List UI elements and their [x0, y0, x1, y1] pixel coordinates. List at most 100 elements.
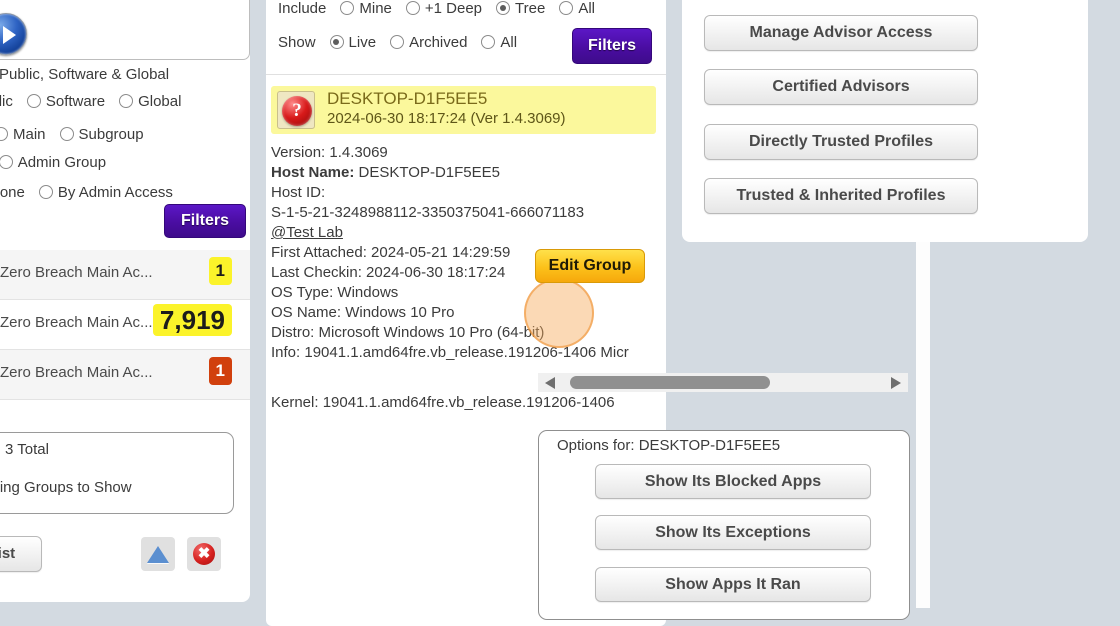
certified-advisors-button[interactable]: Certified Advisors — [704, 69, 978, 105]
filter-option-archived[interactable]: Archived — [409, 34, 467, 51]
filter-option-include-all[interactable]: All — [578, 0, 595, 17]
detail-value: Windows — [333, 284, 399, 301]
radio-plus-1-deep[interactable] — [405, 1, 420, 15]
blue-right-arrow-icon[interactable] — [0, 13, 27, 55]
detail-label: Last Checkin: — [271, 264, 362, 281]
detail-label: First Attached: — [271, 244, 367, 261]
detail-value: 19041.1.amd64fre.vb_release.191206-1406 … — [300, 344, 629, 361]
group-total-box: 3 Total Alerting Groups to Show — [0, 432, 234, 514]
horizontal-scroll-thumb[interactable] — [570, 376, 770, 389]
host-options-box: Options for: DESKTOP-D1F5EE5 Show Its Bl… — [538, 430, 910, 620]
center-panel: Rogue HostsDisabledUninstalled IncludeMi… — [266, 0, 930, 626]
question-mark-glyph: ? — [282, 96, 312, 126]
filter-option-none[interactable]: None — [0, 184, 25, 201]
detail-label: Kernel: — [271, 394, 319, 411]
group-list-item-label: Zero Breach Main Ac... — [0, 364, 153, 381]
filter-option-main[interactable]: Main — [13, 126, 46, 143]
filter-row-scope: Main Subgroup — [0, 126, 158, 143]
left-filters-button[interactable]: Filters — [164, 204, 246, 238]
center-divider — [266, 74, 666, 75]
detail-row-kernel: Kernel: 19041.1.amd64fre.vb_release.1912… — [271, 394, 671, 414]
radio-tree[interactable] — [496, 1, 511, 15]
detail-value: 19041.1.amd64fre.vb_release.191206-1406 — [318, 394, 615, 411]
group-list-item[interactable]: Zero Breach Main Ac... 7,919 — [0, 300, 250, 350]
radio-global[interactable] — [119, 94, 134, 108]
radio-admin-group[interactable] — [0, 155, 13, 169]
filter-option-live[interactable]: Live — [349, 34, 377, 51]
filter-option-plus-1-deep[interactable]: +1 Deep — [425, 0, 482, 17]
detail-row-group-link: @Test Lab — [271, 224, 663, 244]
filter-option-show-all[interactable]: All — [500, 34, 517, 51]
detail-row-host-name: Host Name: DESKTOP-D1F5EE5 — [271, 164, 663, 184]
refresh-list-button[interactable]: sh List — [0, 536, 42, 572]
detail-row-os-type: OS Type: Windows — [271, 284, 663, 304]
detail-row-version: Version: 1.4.3069 — [271, 144, 663, 164]
detail-value: 1.4.3069 — [329, 144, 388, 161]
center-filters-button[interactable]: Filters — [572, 28, 652, 64]
edit-group-button[interactable]: Edit Group — [535, 249, 645, 283]
filter-option-subgroup[interactable]: Subgroup — [79, 126, 144, 143]
scroll-right-arrow-icon[interactable] — [891, 377, 901, 389]
group-list-item[interactable]: Zero Breach Main Ac... 1 — [0, 350, 250, 400]
host-header[interactable]: ? DESKTOP-D1F5EE5 2024-06-30 18:17:24 (V… — [271, 86, 656, 134]
scroll-left-arrow-icon[interactable] — [545, 377, 555, 389]
filter-row-access: None By Admin Access — [0, 184, 187, 201]
radio-archived[interactable] — [390, 35, 405, 49]
trusted-inherited-profiles-button[interactable]: Trusted & Inherited Profiles — [704, 178, 978, 214]
detail-value: DESKTOP-D1F5EE5 — [358, 164, 500, 181]
detail-row-os-name: OS Name: Windows 10 Pro — [271, 304, 663, 324]
radio-include-all[interactable] — [559, 1, 574, 15]
radio-subgroup[interactable] — [59, 127, 74, 141]
detail-label: OS Type: — [271, 284, 334, 301]
host-header-name: DESKTOP-D1F5EE5 — [327, 89, 488, 108]
filter-option-global[interactable]: Global — [138, 93, 181, 110]
show-apps-it-ran-button[interactable]: Show Apps It Ran — [595, 567, 871, 602]
detail-horizontal-scrollbar[interactable] — [538, 373, 908, 392]
group-list-item[interactable]: Zero Breach Main Ac... 1 — [0, 250, 250, 300]
detail-row-info: Info: 19041.1.amd64fre.vb_release.191206… — [271, 344, 663, 364]
filter-option-admin-group[interactable]: Admin Group — [18, 154, 106, 171]
show-label: Show — [278, 34, 316, 51]
group-list-item-badge: 7,919 — [152, 304, 232, 336]
detail-row-distro: Distro: Microsoft Windows 10 Pro (64-bit… — [271, 324, 663, 344]
radio-by-admin-access[interactable] — [38, 185, 53, 199]
host-options-title: Options for: DESKTOP-D1F5EE5 — [557, 437, 781, 454]
filter-option-mine[interactable]: Mine — [359, 0, 392, 17]
filter-row-include: Include Mine +1 Deep Tree All — [278, 0, 609, 17]
filter-row-show: Show Live Archived All — [278, 34, 531, 51]
manage-advisor-access-button[interactable]: Manage Advisor Access — [704, 15, 978, 51]
red-x-circle-icon[interactable]: ✖ — [187, 537, 221, 571]
detail-value: 2024-05-21 14:29:59 — [371, 244, 511, 261]
directly-trusted-profiles-button[interactable]: Directly Trusted Profiles — [704, 124, 978, 160]
left-filters-area: Public, Software & Global Public Software… — [0, 66, 250, 238]
detail-label: Info: — [271, 344, 301, 361]
detail-label: OS Name: — [271, 304, 342, 321]
radio-mine[interactable] — [340, 1, 355, 15]
center-filter-rows: Rogue HostsDisabledUninstalled IncludeMi… — [272, 0, 662, 74]
filter-option-software[interactable]: Software — [46, 93, 105, 110]
detail-label: Host ID: — [271, 184, 326, 201]
radio-show-all[interactable] — [481, 35, 496, 49]
radio-live[interactable] — [329, 35, 344, 49]
filter-option-tree[interactable]: Tree — [515, 0, 545, 17]
show-exceptions-button[interactable]: Show Its Exceptions — [595, 515, 871, 550]
group-list-item-label: Zero Breach Main Ac... — [0, 264, 153, 281]
red-question-mark-icon: ? — [277, 91, 315, 129]
radio-main[interactable] — [0, 127, 8, 141]
filter-option-by-admin-access[interactable]: By Admin Access — [58, 184, 173, 201]
detail-value: Microsoft Windows 10 Pro (64-bit) — [314, 324, 545, 341]
blue-triangle-up-icon[interactable] — [141, 537, 175, 571]
filters-heading: Public, Software & Global — [0, 66, 170, 83]
filter-option-public-partial[interactable]: Public — [0, 93, 13, 110]
detail-value: 2024-06-30 18:17:24 — [361, 264, 506, 281]
group-list-item-label: Zero Breach Main Ac... — [0, 314, 153, 331]
filter-row-admin: upAdmin Group — [0, 154, 120, 171]
group-list-item-badge: 1 — [208, 257, 232, 285]
include-label: Include — [278, 0, 327, 17]
radio-software[interactable] — [26, 94, 41, 108]
app-root: roups I Manage Public, Software & Global… — [0, 0, 1120, 626]
detail-label: Distro: — [271, 324, 315, 341]
group-link[interactable]: @Test Lab — [271, 224, 343, 241]
show-blocked-apps-button[interactable]: Show Its Blocked Apps — [595, 464, 871, 499]
host-header-subtitle: 2024-06-30 18:17:24 (Ver 1.4.3069) — [327, 110, 566, 127]
